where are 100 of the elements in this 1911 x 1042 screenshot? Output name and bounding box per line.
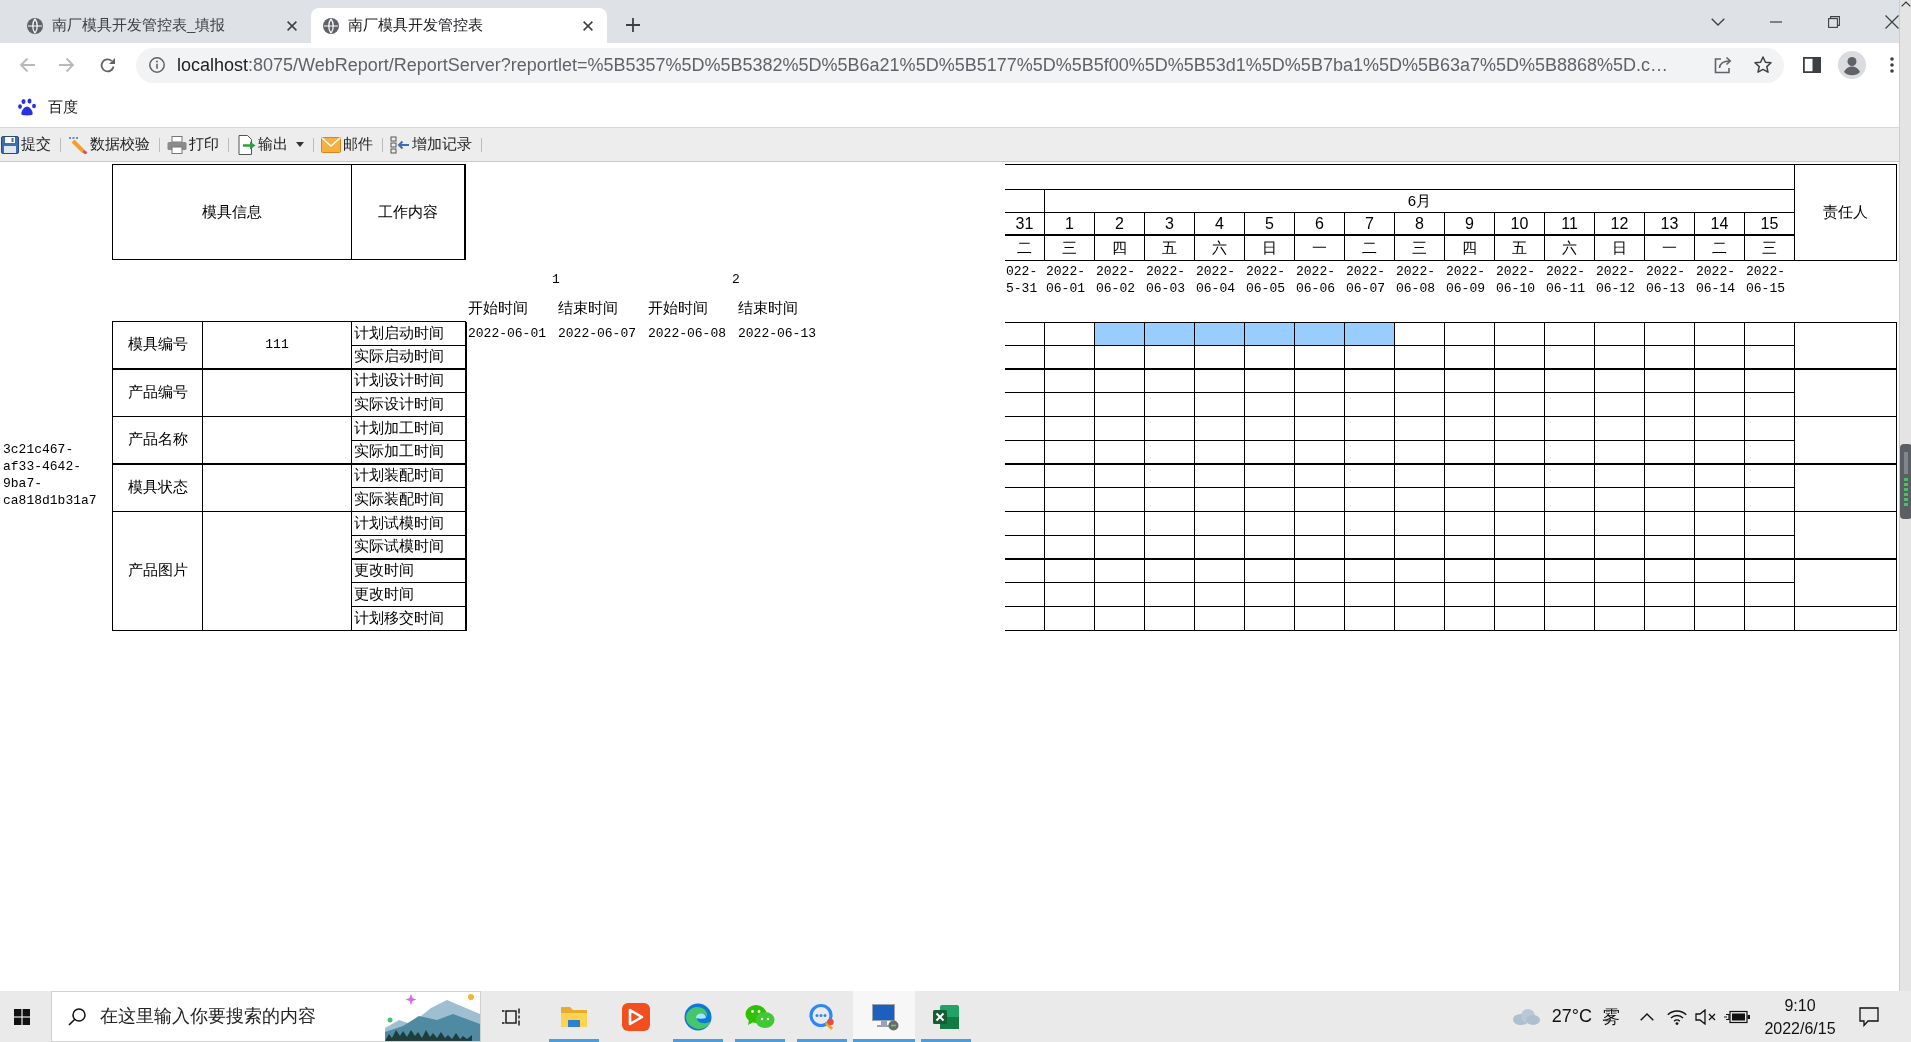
document-arrow-icon: [236, 134, 256, 155]
weather-condition: 雾: [1602, 1005, 1620, 1029]
address-bar[interactable]: localhost:8075/WebReport/ReportServer?reportlet=%5B5357%5D%5B5382%5D%5B6a21%5D%5B5177%5D%5B5f00%5D%5B53d1%5D%5B7ba1%5D%5B63a7%5D%5B8868%5D.c…: [136, 47, 1784, 83]
browser-tab[interactable]: 南厂模具开发管控表_填报: [15, 8, 311, 43]
weekday-label: 三: [1395, 236, 1445, 261]
row-header: 产品编号: [113, 369, 203, 417]
date-label: 2022-06-07: [1346, 263, 1386, 297]
search-icon: [68, 1007, 86, 1026]
date-label: 2022-06-06: [1296, 263, 1336, 297]
clock-date: 2022/6/15: [1764, 1018, 1836, 1039]
weekday-label: 二: [1695, 236, 1745, 261]
search-field[interactable]: 在这里输入你要搜索的内容: [100, 1002, 385, 1031]
date-label: 2022-06-11: [1546, 263, 1586, 297]
task-view-icon[interactable]: [502, 1007, 522, 1026]
table-cell: 计划移交时间: [352, 607, 467, 631]
battery-icon[interactable]: [1724, 1009, 1750, 1024]
chevron-down-icon[interactable]: [1711, 17, 1725, 26]
weekday-label: 三: [1045, 236, 1095, 261]
day-number: 31: [1005, 213, 1045, 236]
chat-bubble-icon: [808, 1002, 836, 1031]
globe-icon: [323, 17, 339, 34]
muted-speaker-icon[interactable]: [1695, 1008, 1717, 1025]
search-box[interactable]: 在这里输入你要搜索的内容: [51, 991, 481, 1042]
print-button[interactable]: 打印: [166, 131, 225, 158]
wifi-icon[interactable]: [1667, 1008, 1687, 1025]
share-icon[interactable]: [1714, 56, 1732, 74]
avatar-icon[interactable]: [1838, 51, 1866, 79]
column-header: 开始时间: [648, 298, 708, 318]
side-panel-icon[interactable]: [1803, 57, 1821, 73]
browser-tab[interactable]: 南厂模具开发管控表: [311, 8, 607, 43]
folder-icon: [560, 1004, 588, 1029]
date-label: 022-5-31: [1006, 263, 1039, 297]
taskbar-button[interactable]: [853, 991, 915, 1042]
email-button[interactable]: 邮件: [320, 131, 379, 158]
date-cell: 2022-06-01: [468, 326, 546, 341]
day-number: 4: [1195, 213, 1245, 236]
restore-icon[interactable]: [1828, 15, 1840, 28]
table-cell: 更改时间: [352, 559, 467, 584]
day-number: 7: [1345, 213, 1395, 236]
play-tile-icon: [622, 1002, 650, 1031]
clock-time: 9:10: [1784, 995, 1816, 1016]
weather-widget[interactable]: 27°C 雾: [1505, 991, 1628, 1042]
day-number: 9: [1445, 213, 1495, 236]
cloud-icon: [1511, 1008, 1540, 1025]
day-number: 12: [1595, 213, 1645, 236]
date-label: 2022-06-08: [1396, 263, 1436, 297]
notification-icon[interactable]: [1859, 1006, 1879, 1027]
column-header: 结束时间: [738, 298, 798, 318]
row-header: 模具编号: [113, 322, 203, 370]
paw-icon: [18, 98, 36, 116]
id-text: 3c21c467-af33-4642-9ba7-ca818d1b31a7: [2, 442, 98, 510]
side-handle-icon[interactable]: [1899, 444, 1911, 519]
table-cell: 计划启动时间: [352, 322, 467, 346]
windows-logo-icon[interactable]: [13, 1008, 30, 1025]
date-label: 2022-06-04: [1196, 263, 1236, 297]
close-icon[interactable]: [1885, 14, 1899, 29]
column-header: 开始时间: [468, 298, 528, 318]
date-label: 2022-06-02: [1096, 263, 1136, 297]
table-cell: 实际启动时间: [352, 345, 467, 370]
table-cell: 111: [203, 322, 352, 370]
day-number: 3: [1145, 213, 1195, 236]
weekday-label: 五: [1495, 236, 1545, 261]
temperature-text: 27°C: [1551, 1006, 1592, 1027]
close-icon[interactable]: [287, 20, 297, 31]
date-label: 2022-06-01: [1046, 263, 1086, 297]
date-cell: 2022-06-13: [738, 326, 816, 341]
pencil-icon: [68, 135, 88, 154]
export-button[interactable]: 输出: [235, 131, 310, 158]
validate-button[interactable]: 数据校验: [67, 131, 156, 158]
table-cell: 实际装配时间: [352, 488, 467, 512]
printer-icon: [167, 135, 187, 154]
clock[interactable]: 9:10 2022/6/15: [1756, 991, 1844, 1042]
row-header: 模具状态: [113, 464, 203, 512]
add-record-button[interactable]: 增加记录: [389, 131, 478, 158]
chat-bubbles-icon: [745, 1003, 775, 1030]
day-number: 13: [1645, 213, 1695, 236]
star-icon[interactable]: [1754, 56, 1772, 74]
weekday-label: 六: [1195, 236, 1245, 261]
date-cell: 2022-06-08: [648, 326, 726, 341]
submit-button[interactable]: 提交: [0, 131, 57, 158]
table-cell: 计划试模时间: [352, 512, 467, 536]
bookmark-link[interactable]: 百度: [18, 97, 78, 117]
menu-icon[interactable]: [1890, 57, 1894, 73]
weekday-label: 四: [1445, 236, 1495, 261]
day-number: 14: [1695, 213, 1745, 236]
table-cell: 计划加工时间: [352, 417, 467, 441]
new-tab-icon[interactable]: [626, 18, 640, 32]
close-icon[interactable]: [583, 20, 593, 31]
minimize-icon[interactable]: [1770, 20, 1782, 23]
globe-icon: [27, 17, 43, 34]
reload-icon[interactable]: [98, 56, 116, 74]
date-cell: 2022-06-07: [558, 326, 636, 341]
table-cell: 计划装配时间: [352, 464, 467, 489]
mountains-drawing[interactable]: [385, 992, 480, 1041]
info-icon[interactable]: [149, 57, 165, 73]
date-label: 2022-06-10: [1496, 263, 1536, 297]
chevron-up-icon[interactable]: [1640, 1012, 1654, 1021]
date-label: 2022-06-05: [1246, 263, 1286, 297]
date-label: 2022-06-13: [1646, 263, 1686, 297]
table-cell: 实际加工时间: [352, 440, 467, 465]
